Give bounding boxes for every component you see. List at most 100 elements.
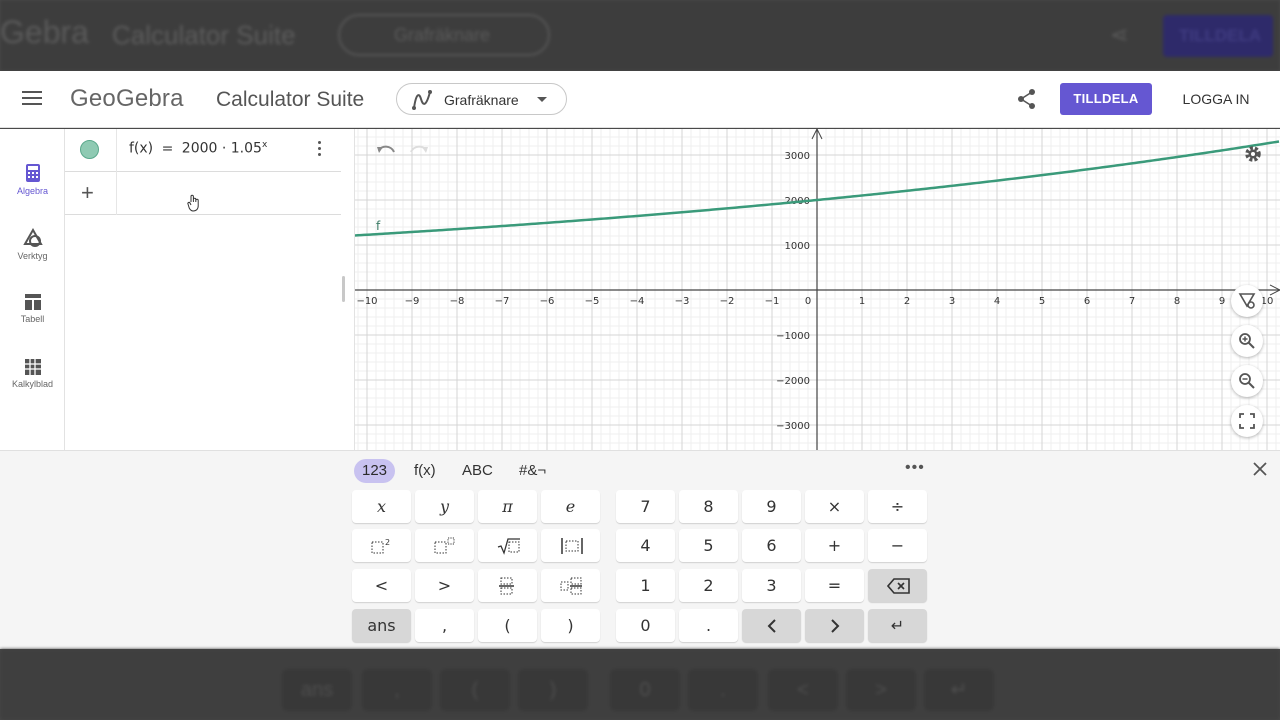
key-digit-5[interactable]: 5 bbox=[679, 529, 738, 562]
key-digit-9[interactable]: 9 bbox=[742, 490, 801, 523]
backdrop-share-icon: ⋖ bbox=[1110, 22, 1129, 47]
fullscreen-icon bbox=[1239, 413, 1255, 429]
add-item-icon[interactable]: + bbox=[81, 180, 94, 206]
key-frac[interactable] bbox=[478, 569, 537, 602]
key-abs[interactable] bbox=[541, 529, 600, 562]
key-digit-3[interactable]: 3 bbox=[742, 569, 801, 602]
rail-label-tools: Verktyg bbox=[17, 251, 48, 261]
key-cursor-right[interactable] bbox=[805, 609, 864, 642]
keyboard-tab-123[interactable]: 123 bbox=[354, 459, 396, 483]
backdrop-key: > bbox=[846, 669, 916, 711]
function-formula[interactable]: f(x) = 2000 · 1.05x bbox=[129, 140, 267, 157]
redo-icon[interactable] bbox=[408, 141, 430, 159]
more-options-icon[interactable] bbox=[314, 141, 324, 159]
key-digit-8[interactable]: 8 bbox=[679, 490, 738, 523]
frac-icon bbox=[499, 577, 514, 595]
key-backspace[interactable] bbox=[868, 569, 927, 602]
view-rail: Algebra Verktyg Tabell Kalkylblad bbox=[0, 129, 65, 450]
key-digit-0[interactable]: 0 bbox=[616, 609, 675, 642]
key-digit-4[interactable]: 4 bbox=[616, 529, 675, 562]
key-pow[interactable] bbox=[415, 529, 474, 562]
key-sqrt[interactable] bbox=[478, 529, 537, 562]
backdrop-key: . bbox=[688, 669, 758, 711]
key-less-than[interactable]: < bbox=[352, 569, 411, 602]
algebra-row-f[interactable]: f(x) = 2000 · 1.05x bbox=[65, 129, 341, 172]
x-tick-label: 9 bbox=[1219, 296, 1225, 307]
virtual-keyboard: 123 f(x) ABC #&¬ ••• x y π e 7 8 9 × ÷ 2 4 5 6 + − < >1 2… bbox=[0, 450, 1280, 649]
key-pi[interactable]: π bbox=[478, 490, 537, 523]
backdrop-top: Gebra Calculator Suite Grafräknare ⋖ TIL… bbox=[0, 0, 1280, 71]
key-digit-1[interactable]: 1 bbox=[616, 569, 675, 602]
key-divide[interactable]: ÷ bbox=[868, 490, 927, 523]
key-digit-7[interactable]: 7 bbox=[616, 490, 675, 523]
x-tick-label: −4 bbox=[630, 296, 645, 307]
key-digit-2[interactable]: 2 bbox=[679, 569, 738, 602]
assign-button[interactable]: TILLDELA bbox=[1060, 83, 1152, 115]
close-icon[interactable] bbox=[1252, 461, 1268, 477]
keyboard-tab-functions[interactable]: f(x) bbox=[414, 459, 436, 483]
rail-item-table[interactable]: Tabell bbox=[0, 293, 65, 324]
rail-label-spreadsheet: Kalkylblad bbox=[11, 379, 54, 389]
zoom-out-icon bbox=[1239, 373, 1255, 389]
algebra-input-row[interactable]: + bbox=[65, 172, 341, 215]
calculator-icon bbox=[25, 164, 40, 182]
key-e[interactable]: e bbox=[541, 490, 600, 523]
key-greater-than[interactable]: > bbox=[415, 569, 474, 602]
function-label-f: f bbox=[376, 219, 381, 233]
graph-canvas[interactable]: −10 −9 −8 −7 −6 −5 −4 −3 −2 −1 0 1 2 3 4 5 6 7 8 9 103000200… bbox=[355, 129, 1280, 450]
pow-icon bbox=[434, 537, 455, 554]
style-bar-button[interactable] bbox=[1231, 285, 1263, 317]
zoom-in-button[interactable] bbox=[1231, 325, 1263, 357]
key-mixed[interactable] bbox=[541, 569, 600, 602]
rail-label-algebra: Algebra bbox=[16, 186, 49, 196]
login-button[interactable]: LOGGA IN bbox=[1172, 83, 1260, 115]
formula-equals: = bbox=[161, 140, 174, 157]
visibility-toggle[interactable] bbox=[80, 140, 99, 159]
key-digit-6[interactable]: 6 bbox=[742, 529, 801, 562]
share-icon[interactable] bbox=[1016, 88, 1038, 110]
gear-icon[interactable] bbox=[1243, 144, 1263, 164]
key-decimal-point[interactable]: . bbox=[679, 609, 738, 642]
keyboard-more-icon[interactable]: ••• bbox=[905, 459, 925, 477]
key-y[interactable]: y bbox=[415, 490, 474, 523]
rail-item-algebra[interactable]: Algebra bbox=[0, 163, 65, 196]
x-tick-label: −8 bbox=[450, 296, 465, 307]
sq-icon: 2 bbox=[371, 538, 390, 554]
key-cursor-left[interactable] bbox=[742, 609, 801, 642]
key-enter[interactable]: ↵ bbox=[868, 609, 927, 642]
x-tick-label: −2 bbox=[720, 296, 735, 307]
fullscreen-button[interactable] bbox=[1231, 405, 1263, 437]
key-ans[interactable]: ans bbox=[352, 609, 411, 642]
x-tick-label: 7 bbox=[1129, 296, 1135, 307]
backdrop-logo: Gebra bbox=[0, 14, 89, 50]
formula-rhs: 2000 · 1.05 bbox=[181, 140, 262, 157]
undo-icon[interactable] bbox=[375, 141, 397, 159]
key-minus[interactable]: − bbox=[868, 529, 927, 562]
key-multiply[interactable]: × bbox=[805, 490, 864, 523]
app-picker-dropdown[interactable]: Grafräknare bbox=[396, 83, 567, 115]
x-tick-label: −10 bbox=[356, 296, 377, 307]
key-comma[interactable]: , bbox=[415, 609, 474, 642]
svg-text:2: 2 bbox=[385, 538, 390, 547]
rail-item-spreadsheet[interactable]: Kalkylblad bbox=[0, 358, 65, 389]
key-close-paren[interactable]: ) bbox=[541, 609, 600, 642]
key-equals[interactable]: = bbox=[805, 569, 864, 602]
panel-resize-handle[interactable] bbox=[342, 276, 345, 302]
menu-icon[interactable] bbox=[22, 91, 42, 107]
y-tick-label: 1000 bbox=[785, 241, 810, 252]
graphing-icon bbox=[412, 90, 432, 110]
keyboard-tab-symbols[interactable]: #&¬ bbox=[519, 459, 546, 483]
keyboard-tab-abc[interactable]: ABC bbox=[462, 459, 493, 483]
key-open-paren[interactable]: ( bbox=[478, 609, 537, 642]
style-bar-icon bbox=[1238, 293, 1256, 309]
key-sq[interactable]: 2 bbox=[352, 529, 411, 562]
x-tick-label: 4 bbox=[994, 296, 1000, 307]
app-picker-label: Grafräknare bbox=[444, 92, 519, 108]
key-x[interactable]: x bbox=[352, 490, 411, 523]
zoom-out-button[interactable] bbox=[1231, 365, 1263, 397]
rail-item-tools[interactable]: Verktyg bbox=[0, 228, 65, 261]
key-plus[interactable]: + bbox=[805, 529, 864, 562]
graphics-view[interactable]: −10 −9 −8 −7 −6 −5 −4 −3 −2 −1 0 1 2 3 4 5 6 7 8 9 10 3000 200… bbox=[355, 129, 1280, 450]
y-tick-label: 3000 bbox=[785, 151, 810, 162]
backspace-icon bbox=[887, 578, 910, 594]
